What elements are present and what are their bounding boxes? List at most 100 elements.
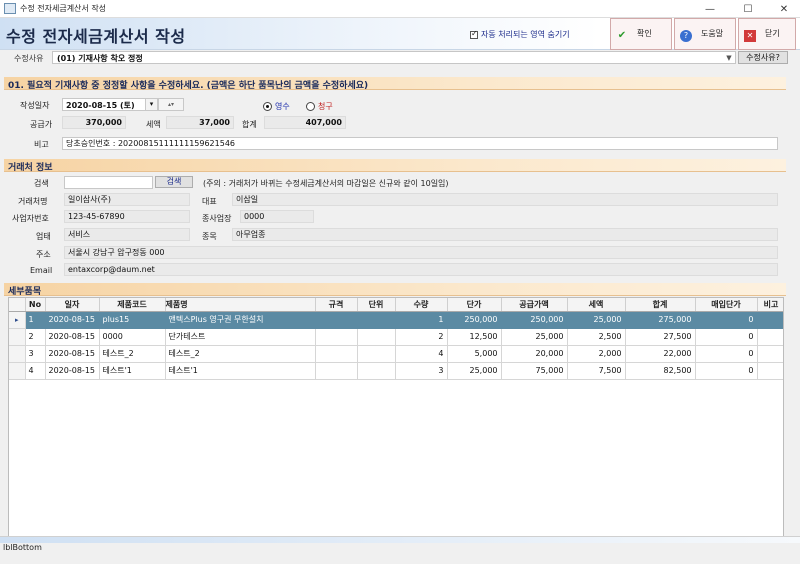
partner-search-button[interactable]: 검색: [155, 176, 193, 188]
email-field[interactable]: entaxcorp@daum.net: [64, 263, 778, 276]
branch-field[interactable]: 0000: [240, 210, 314, 223]
cell-no[interactable]: 3: [25, 345, 46, 363]
cell-note[interactable]: [757, 362, 783, 380]
cell-supply[interactable]: 20,000: [501, 345, 568, 363]
cell-note[interactable]: [757, 345, 783, 363]
cell-name[interactable]: 테스트'1: [165, 362, 316, 380]
cell-name[interactable]: 앤텍스Plus 영구권 무한설치: [165, 311, 316, 329]
cell-code[interactable]: 0000: [99, 328, 166, 346]
receipt-radio[interactable]: 영수: [263, 101, 290, 112]
biztype-field[interactable]: 서비스: [64, 228, 190, 241]
autohide-checkbox[interactable]: 자동 처리되는 영역 숨기기: [470, 29, 570, 40]
cell-tax[interactable]: 2,500: [567, 328, 626, 346]
date-spinner[interactable]: ▴▾: [158, 98, 184, 111]
cell-no[interactable]: 2: [25, 328, 46, 346]
cell-name[interactable]: 테스트_2: [165, 345, 316, 363]
cell-code[interactable]: 테스트_2: [99, 345, 166, 363]
partner-name-field[interactable]: 일이삼사(주): [64, 193, 190, 206]
cell-code[interactable]: plus15: [99, 311, 166, 329]
cell-price[interactable]: 250,000: [447, 311, 502, 329]
date-picker[interactable]: 2020-08-15 (토) ▾: [62, 98, 158, 111]
cell-date[interactable]: 2020-08-15: [45, 362, 100, 380]
address-field[interactable]: 서울시 강남구 압구정동 000: [64, 246, 778, 259]
reason-select[interactable]: (01) 기재사항 착오 정정 ▼: [52, 51, 736, 64]
cell-code[interactable]: 테스트'1: [99, 362, 166, 380]
cell-unit[interactable]: [357, 311, 396, 329]
cell-no[interactable]: 4: [25, 362, 46, 380]
col-header-unit[interactable]: 단위: [357, 298, 396, 312]
cell-unit[interactable]: [357, 328, 396, 346]
col-header-no[interactable]: No: [25, 298, 46, 312]
cell-price[interactable]: 5,000: [447, 345, 502, 363]
row-selector[interactable]: ▸: [9, 311, 26, 329]
cell-buy-price[interactable]: 0: [695, 328, 758, 346]
row-selector[interactable]: [9, 362, 26, 380]
confirm-button[interactable]: ✔ 확인: [610, 18, 672, 50]
table-row[interactable]: 4 2020-08-15 테스트'1 테스트'1 3 25,000 75,000 7,500 8…: [9, 362, 783, 380]
table-row[interactable]: ▸ 1 2020-08-15 plus15 앤텍스Plus 영구권 무한설치 1 250,0…: [9, 311, 783, 329]
claim-radio[interactable]: 청구: [306, 101, 333, 112]
partner-search-input[interactable]: [64, 176, 153, 189]
items-grid[interactable]: No 일자 제품코드 제품명 규격 단위 수량 단가 공급가액 세액 합계 매입…: [8, 297, 784, 537]
cell-tax[interactable]: 25,000: [567, 311, 626, 329]
table-row[interactable]: 2 2020-08-15 0000 단가테스트 2 12,500 25,000 2,500 27…: [9, 328, 783, 346]
cell-supply[interactable]: 25,000: [501, 328, 568, 346]
col-header-total[interactable]: 합계: [625, 298, 696, 312]
col-header-note[interactable]: 비고: [757, 298, 783, 312]
cell-no[interactable]: 1: [25, 311, 46, 329]
cell-tax[interactable]: 7,500: [567, 362, 626, 380]
col-header-spec[interactable]: 규격: [315, 298, 358, 312]
bizno-field[interactable]: 123-45-67890: [64, 210, 190, 223]
cell-price[interactable]: 12,500: [447, 328, 502, 346]
cell-date[interactable]: 2020-08-15: [45, 311, 100, 329]
col-header-price[interactable]: 단가: [447, 298, 502, 312]
col-header-tax[interactable]: 세액: [567, 298, 626, 312]
col-header-supply[interactable]: 공급가액: [501, 298, 568, 312]
cell-total[interactable]: 82,500: [625, 362, 696, 380]
cell-qty[interactable]: 3: [395, 362, 448, 380]
cell-date[interactable]: 2020-08-15: [45, 345, 100, 363]
cell-note[interactable]: [757, 311, 783, 329]
close-window-button[interactable]: ✕: [766, 0, 800, 18]
table-row[interactable]: 3 2020-08-15 테스트_2 테스트_2 4 5,000 20,000 2,000 22…: [9, 345, 783, 363]
col-header-name[interactable]: 제품명: [165, 298, 316, 312]
cell-tax[interactable]: 2,000: [567, 345, 626, 363]
cell-unit[interactable]: [357, 345, 396, 363]
cell-supply[interactable]: 75,000: [501, 362, 568, 380]
cell-spec[interactable]: [315, 345, 358, 363]
col-header-qty[interactable]: 수량: [395, 298, 448, 312]
cell-spec[interactable]: [315, 311, 358, 329]
cell-spec[interactable]: [315, 328, 358, 346]
cell-buy-price[interactable]: 0: [695, 311, 758, 329]
cell-name[interactable]: 단가테스트: [165, 328, 316, 346]
cell-buy-price[interactable]: 0: [695, 362, 758, 380]
calendar-dropdown-icon[interactable]: ▾: [145, 99, 157, 110]
bizitem-field[interactable]: 아무업종: [232, 228, 778, 241]
col-header-buy-price[interactable]: 매입단가: [695, 298, 758, 312]
cell-spec[interactable]: [315, 362, 358, 380]
close-button[interactable]: ✕ 닫기: [738, 18, 796, 50]
cell-unit[interactable]: [357, 362, 396, 380]
cell-date[interactable]: 2020-08-15: [45, 328, 100, 346]
cell-buy-price[interactable]: 0: [695, 345, 758, 363]
help-button[interactable]: ? 도움말: [674, 18, 736, 50]
col-header-code[interactable]: 제품코드: [99, 298, 166, 312]
ceo-field[interactable]: 이삼일: [232, 193, 778, 206]
maximize-button[interactable]: ☐: [730, 0, 766, 18]
cell-supply[interactable]: 250,000: [501, 311, 568, 329]
cell-total[interactable]: 27,500: [625, 328, 696, 346]
cell-price[interactable]: 25,000: [447, 362, 502, 380]
minimize-button[interactable]: —: [692, 0, 728, 18]
row-selector[interactable]: [9, 345, 26, 363]
cell-qty[interactable]: 2: [395, 328, 448, 346]
cell-qty[interactable]: 4: [395, 345, 448, 363]
col-header-date[interactable]: 일자: [45, 298, 100, 312]
cell-qty[interactable]: 1: [395, 311, 448, 329]
reason-help-button[interactable]: 수정사유?: [738, 51, 788, 64]
cell-note[interactable]: [757, 328, 783, 346]
cell-total[interactable]: 22,000: [625, 345, 696, 363]
note-field[interactable]: 당초승인번호 : 20200815111111159621546: [62, 137, 778, 150]
section-header-items: 세부품목: [4, 283, 786, 297]
cell-total[interactable]: 275,000: [625, 311, 696, 329]
row-selector[interactable]: [9, 328, 26, 346]
